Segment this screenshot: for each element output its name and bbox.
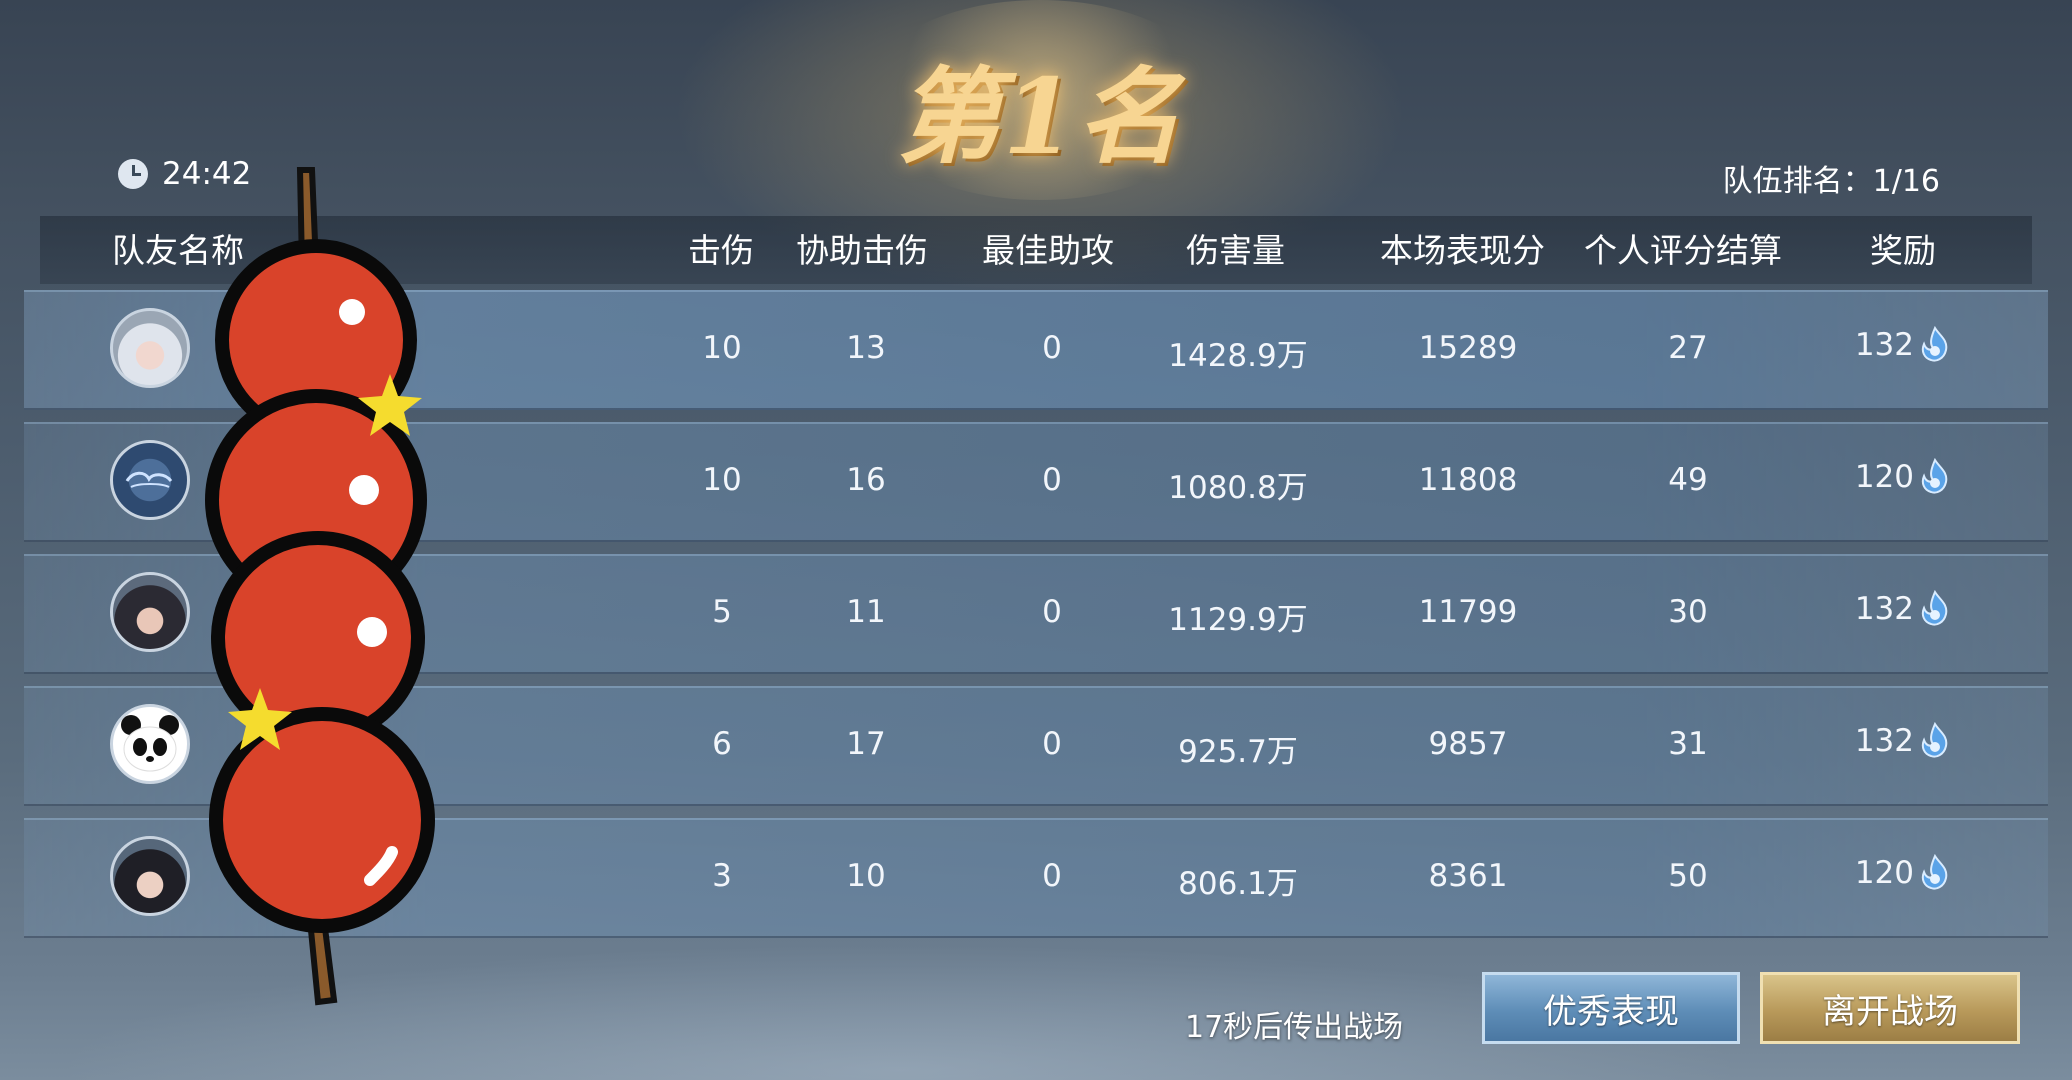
assists-value: 13 [846,330,886,366]
best-assists-value: 0 [1042,462,1062,498]
damage-value: 925.7万 [1178,734,1298,770]
rating-value: 50 [1668,858,1708,894]
column-header-best-assists: 最佳助攻 [982,231,1114,270]
candy-shine [357,617,387,647]
dark-hair-avatar[interactable] [110,572,190,652]
rating-value: 49 [1668,462,1708,498]
reward-value: 120 [1854,855,1914,891]
assists-value: 10 [846,858,886,894]
reward-value: 132 [1854,591,1914,627]
best-assists-value: 0 [1042,726,1062,762]
reward: 132 [1855,326,1952,364]
best-assists-value: 0 [1042,594,1062,630]
assists-value: 11 [846,594,886,630]
rating-value: 31 [1668,726,1708,762]
column-header-kills: 击伤 [688,231,754,270]
assists-value: 16 [846,462,886,498]
reward: 132 [1855,722,1952,760]
team-rank: 队伍排名：1/16 [1722,164,1940,199]
best-assists-value: 0 [1042,858,1062,894]
performance-value: 11808 [1418,462,1518,498]
rating-value: 27 [1668,330,1708,366]
currency-flame-icon [1921,590,1948,626]
black-hair-avatar[interactable] [110,836,190,916]
candy-shine [349,475,379,505]
rank-title: 第1名 [896,55,1184,178]
kills-value: 10 [702,330,742,366]
damage-value: 806.1万 [1178,866,1298,902]
column-header-damage: 伤害量 [1186,231,1285,270]
tanghulu-sticker [205,167,435,1006]
performance-value: 11799 [1418,594,1518,630]
column-header-assists: 协助击伤 [796,231,928,270]
leave-battlefield-button[interactable]: 离开战场 [1760,972,2020,1044]
best-assists-value: 0 [1042,330,1062,366]
reward: 132 [1855,590,1952,628]
currency-flame-icon [1921,854,1948,890]
currency-flame-icon [1921,458,1948,494]
panda-avatar[interactable] [110,704,190,784]
damage-value: 1080.8万 [1168,470,1308,506]
kills-value: 3 [712,858,732,894]
performance-value: 9857 [1428,726,1508,762]
currency-flame-icon [1921,326,1948,362]
damage-value: 1428.9万 [1168,338,1308,374]
reward: 120 [1855,854,1952,892]
reward-value: 132 [1854,327,1914,363]
excellent-performance-button[interactable]: 优秀表现 [1482,972,1740,1044]
performance-value: 15289 [1418,330,1518,366]
kills-value: 5 [712,594,732,630]
candy-ball [209,707,435,933]
kills-value: 10 [702,462,742,498]
reward: 120 [1855,458,1952,496]
assists-value: 17 [846,726,886,762]
countdown-text: 17秒后传出战场 [1185,1010,1404,1045]
clock-icon [118,159,148,189]
reward-value: 132 [1854,723,1914,759]
panda-face-icon [121,715,179,772]
column-header-reward: 奖励 [1870,231,1936,270]
kills-value: 6 [712,726,732,762]
cloud-emblem-avatar[interactable] [110,440,190,520]
performance-value: 8361 [1428,858,1508,894]
cloud-emblem-icon [125,471,173,488]
column-header-rating: 个人评分结算 [1584,231,1782,270]
column-header-performance: 本场表现分 [1380,231,1545,270]
currency-flame-icon [1921,722,1948,758]
candy-shine [339,299,365,325]
damage-value: 1129.9万 [1168,602,1308,638]
silver-hair-avatar[interactable] [110,308,190,388]
reward-value: 120 [1854,459,1914,495]
rating-value: 30 [1668,594,1708,630]
